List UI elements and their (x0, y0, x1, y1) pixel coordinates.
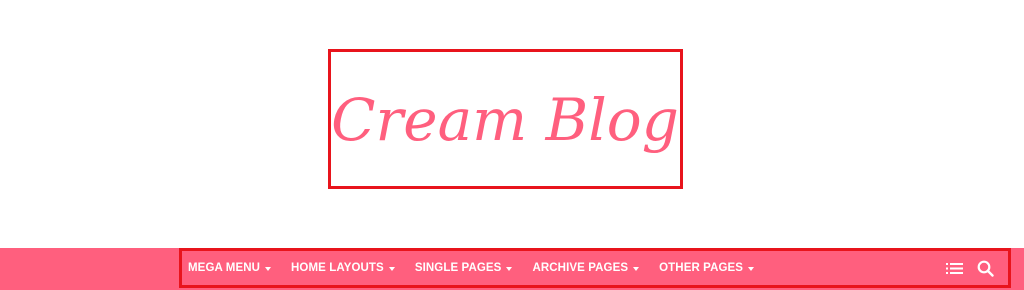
nav-tools (946, 260, 994, 277)
search-icon[interactable] (977, 260, 994, 277)
nav-item-home-layouts[interactable]: HOME LAYOUTS (291, 262, 395, 274)
site-logo: Cream Blog (331, 86, 679, 154)
main-navigation: MEGA MENU HOME LAYOUTS SINGLE PAGES ARCH… (179, 248, 1011, 288)
page: Cream Blog MEGA MENU HOME LAYOUTS SINGLE… (0, 0, 1024, 290)
caret-down-icon (388, 267, 395, 271)
menu-list-icon[interactable] (946, 262, 963, 275)
nav-item-label: OTHER PAGES (659, 262, 744, 274)
nav-item-label: MEGA MENU (188, 262, 261, 274)
site-logo-link[interactable]: Cream Blog (328, 49, 683, 189)
caret-down-icon (748, 267, 755, 271)
nav-item-other-pages[interactable]: OTHER PAGES (659, 262, 755, 274)
caret-down-icon (506, 267, 513, 271)
logo-text: Cream Blog (331, 86, 679, 154)
nav-item-label: SINGLE PAGES (414, 262, 502, 274)
caret-down-icon (633, 267, 640, 271)
nav-menu: MEGA MENU HOME LAYOUTS SINGLE PAGES ARCH… (188, 251, 774, 285)
nav-item-mega-menu[interactable]: MEGA MENU (188, 262, 272, 274)
caret-down-icon (265, 267, 272, 271)
nav-item-label: ARCHIVE PAGES (532, 262, 629, 274)
nav-item-label: HOME LAYOUTS (291, 262, 384, 274)
nav-item-single-pages[interactable]: SINGLE PAGES (415, 262, 513, 274)
nav-item-archive-pages[interactable]: ARCHIVE PAGES (532, 262, 640, 274)
